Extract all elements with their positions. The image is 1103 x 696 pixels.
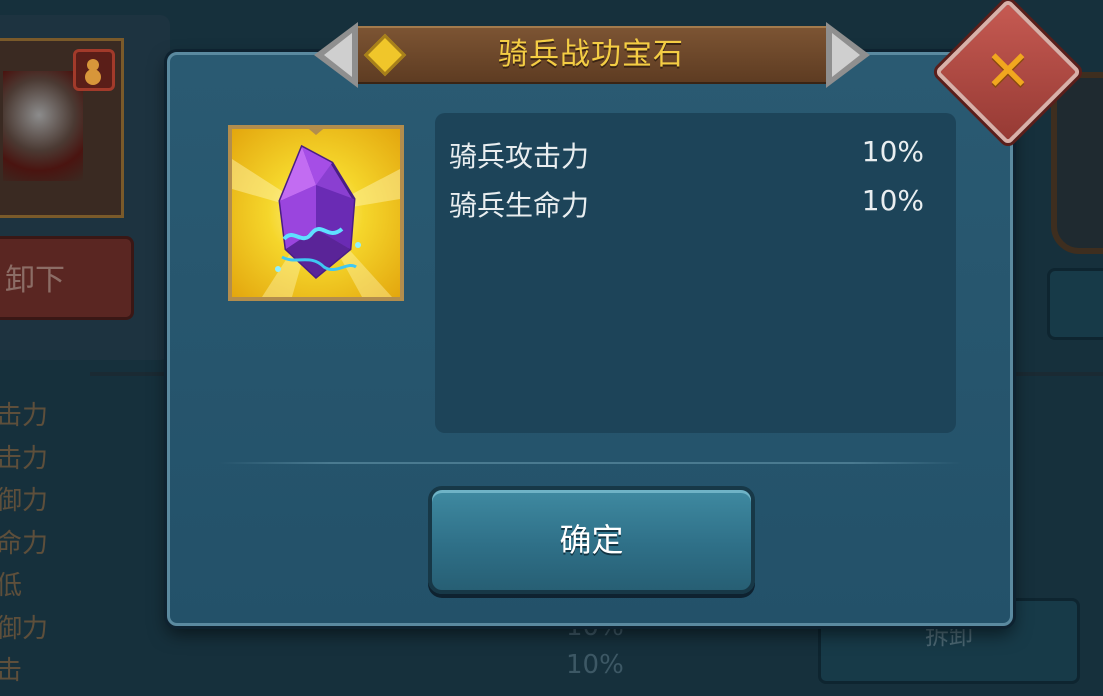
stat-value: 10% [861,135,924,168]
background-stat-label: 御力 [0,486,49,516]
stats-panel: 骑兵攻击力 10% 骑兵生命力 10% [435,113,956,433]
dialog-divider [218,462,963,464]
purple-crystal-gem-icon [232,144,400,297]
background-stat-label: 低 [0,571,23,601]
background-stat-label: 击力 [0,401,49,431]
banner-right-arrow [826,22,870,88]
stat-row: 骑兵生命力 10% [449,184,924,224]
unequip-button: 卸下 [0,236,134,320]
background-stat-label: 御力 [0,613,49,644]
banner-left-arrow [314,22,358,88]
avatar-icon [73,49,115,91]
confirm-button[interactable]: 确定 [428,486,755,594]
hero-armor-image [3,71,83,181]
background-value: 10% [566,650,624,680]
background-stat-label: 击力 [0,443,49,474]
background-stat-label: 命力 [0,528,49,559]
hero-portrait [0,38,124,218]
stat-label: 骑兵生命力 [449,189,590,222]
close-x-icon[interactable]: ✕ [956,20,1060,124]
background-side-button [1047,268,1103,340]
background-stat-list: 击力 击力 御力 命力 低 御力 击 [0,398,76,696]
stat-label: 骑兵攻击力 [449,140,590,173]
gem-item-frame [228,125,404,301]
dialog-title: 骑兵战功宝石 [498,37,684,72]
stat-value: 10% [861,184,924,217]
background-stat-label: 击 [0,656,23,686]
stat-row: 骑兵攻击力 10% [449,135,924,175]
